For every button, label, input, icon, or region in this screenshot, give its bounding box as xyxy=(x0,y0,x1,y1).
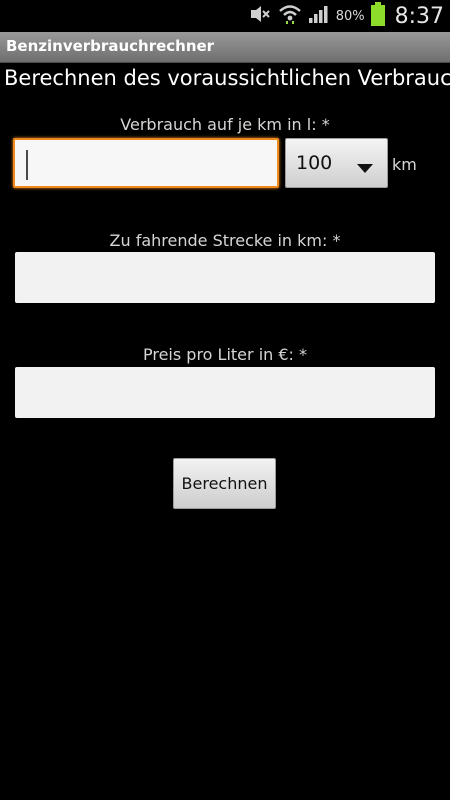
price-label: Preis pro Liter in €: * xyxy=(142,345,308,364)
status-icons: 80% 8:37 xyxy=(248,0,444,32)
app-title-bar: Benzinverbrauchrechner xyxy=(0,32,450,63)
consumption-input[interactable] xyxy=(13,138,279,188)
clock: 8:37 xyxy=(394,3,444,29)
distance-basis-value: 100 xyxy=(296,152,333,174)
battery-percent: 80% xyxy=(335,8,365,24)
wifi-icon xyxy=(278,3,302,29)
distance-input[interactable] xyxy=(15,252,435,303)
text-cursor xyxy=(26,150,28,180)
dropdown-arrow-icon xyxy=(357,159,373,178)
page-heading: Berechnen des voraussichtlichen Verbrauc… xyxy=(4,66,450,90)
distance-basis-select[interactable]: 100 xyxy=(285,138,388,188)
price-input[interactable] xyxy=(15,367,435,418)
calculate-button[interactable]: Berechnen xyxy=(173,458,276,509)
consumption-label: Verbrauch auf je km in l: * xyxy=(120,115,330,134)
signal-icon xyxy=(308,4,330,28)
app-title: Benzinverbrauchrechner xyxy=(6,37,215,55)
status-bar: 80% 8:37 xyxy=(0,0,450,32)
battery-icon xyxy=(370,2,385,30)
unit-label: km xyxy=(392,155,417,174)
distance-label: Zu fahrende Strecke in km: * xyxy=(109,231,341,250)
mute-icon xyxy=(248,4,272,28)
